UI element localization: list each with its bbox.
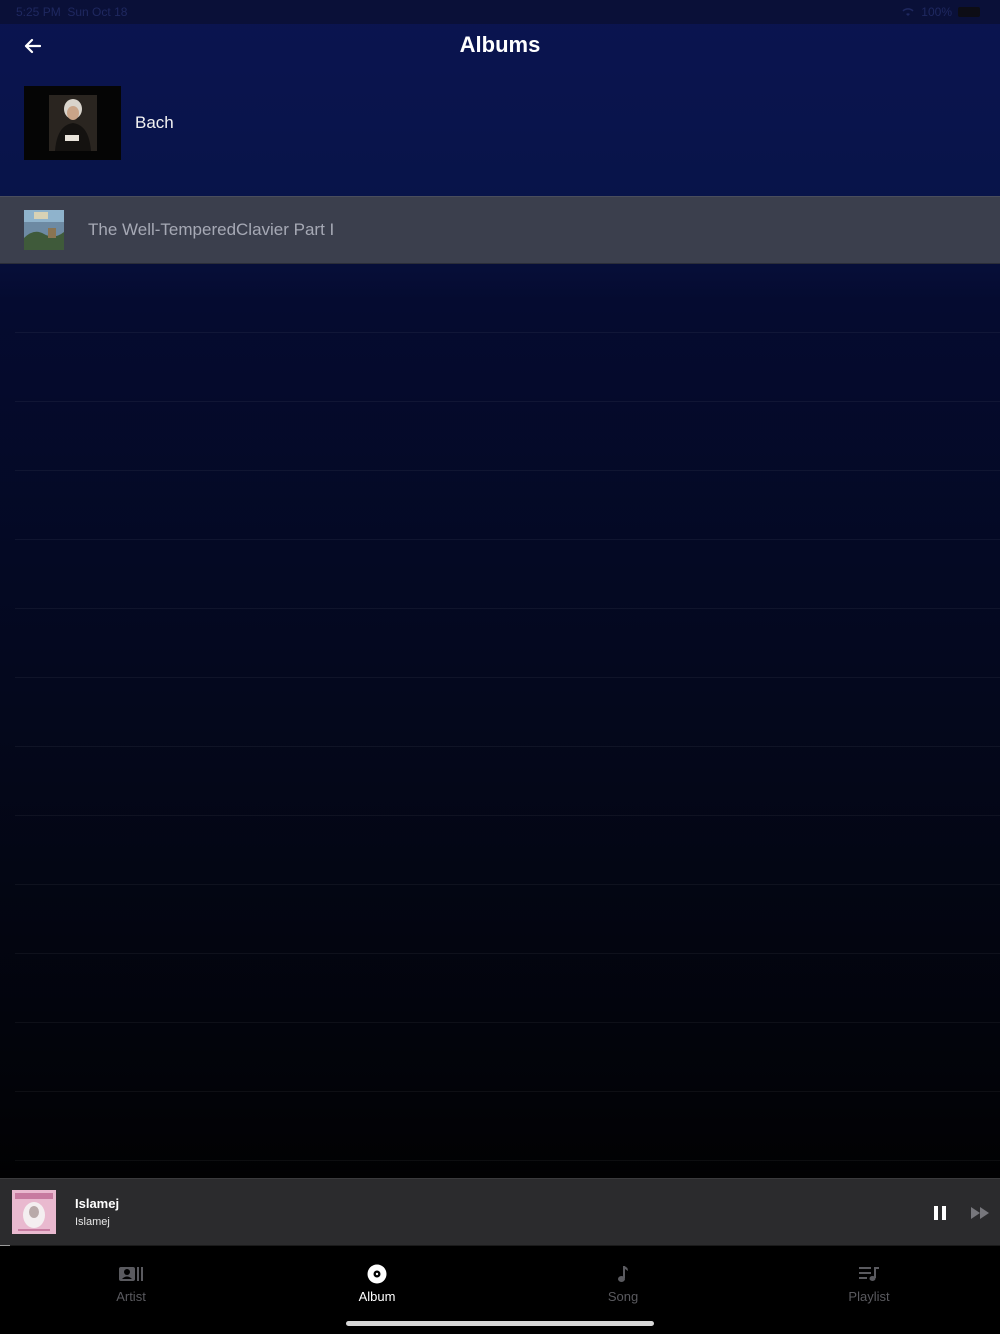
header: Albums (0, 24, 1000, 68)
album-disc-icon (363, 1263, 391, 1285)
status-date-text: Sun Oct 18 (67, 5, 128, 19)
page-title: Albums (459, 32, 541, 57)
status-time-text: 5:25 PM (16, 5, 61, 19)
now-playing-cover (12, 1190, 56, 1234)
now-playing-title: Islamej (75, 1196, 120, 1211)
tab-playlist[interactable]: Playlist (809, 1263, 929, 1304)
fast-forward-icon (971, 1207, 989, 1219)
artist-icon (117, 1263, 145, 1285)
list-divider (15, 608, 1000, 609)
skip-forward-button[interactable] (966, 1200, 994, 1226)
music-note-icon (609, 1263, 637, 1285)
list-divider (15, 470, 1000, 471)
tab-song[interactable]: Song (563, 1263, 683, 1304)
home-indicator (346, 1321, 654, 1326)
now-playing-subtitle: Islamej (75, 1216, 110, 1228)
tab-album[interactable]: Album (317, 1263, 437, 1304)
tab-label: Artist (116, 1289, 146, 1304)
list-divider (15, 815, 1000, 816)
playlist-icon (855, 1263, 883, 1285)
status-time: 5:25 PM Sun Oct 18 (16, 5, 127, 19)
mini-player[interactable]: Islamej Islamej (0, 1178, 1000, 1246)
list-divider (15, 884, 1000, 885)
pause-icon (934, 1206, 946, 1220)
album-list-item[interactable]: The Well-TemperedClavier Part I (0, 196, 1000, 264)
list-divider (15, 677, 1000, 678)
artist-portrait (24, 86, 121, 160)
portrait-image (48, 95, 97, 151)
list-divider (15, 953, 1000, 954)
artist-name: Bach (135, 113, 174, 132)
tab-label: Song (607, 1289, 639, 1304)
list-divider (15, 401, 1000, 402)
list-divider (15, 746, 1000, 747)
status-bar: 5:25 PM Sun Oct 18 100% (0, 0, 1000, 24)
album-cover (24, 210, 64, 250)
tab-artist[interactable]: Artist (71, 1263, 191, 1304)
list-divider (15, 1091, 1000, 1092)
pause-button[interactable] (926, 1200, 954, 1226)
status-right: 100% (901, 5, 980, 19)
battery-percent: 100% (921, 5, 952, 19)
list-divider (15, 1160, 1000, 1161)
artist-header: Bach (24, 86, 174, 160)
tab-label: Album (358, 1289, 396, 1304)
album-title: The Well-TemperedClavier Part I (88, 220, 335, 239)
list-divider (15, 539, 1000, 540)
wifi-icon (902, 8, 914, 16)
battery-icon (958, 7, 980, 17)
list-divider (15, 1022, 1000, 1023)
list-divider (15, 332, 1000, 333)
tab-label: Playlist (848, 1289, 890, 1304)
